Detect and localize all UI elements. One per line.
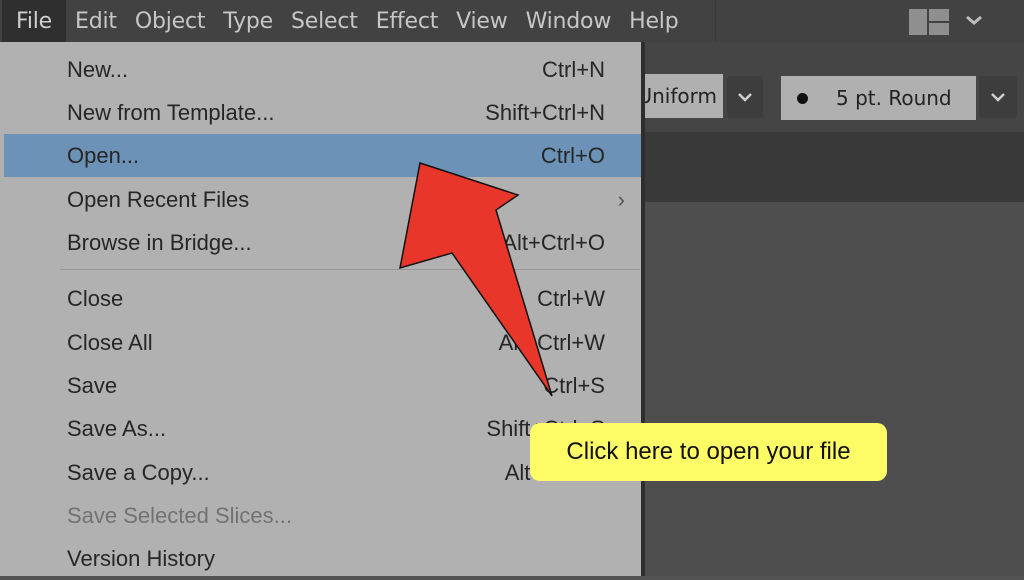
document-tab-strip bbox=[645, 132, 1024, 202]
menu-item-open[interactable]: Open... Ctrl+O bbox=[4, 134, 641, 177]
chevron-down-icon bbox=[991, 93, 1005, 102]
menu-item-version-history[interactable]: Version History bbox=[4, 537, 641, 580]
variable-width-profile-field[interactable]: Uniform bbox=[637, 74, 723, 118]
menu-item-label: Browse in Bridge... bbox=[67, 229, 252, 255]
menu-view[interactable]: View bbox=[447, 0, 516, 42]
brush-dropdown-button[interactable] bbox=[979, 76, 1017, 118]
menu-item-shortcut: Ctrl+N bbox=[542, 56, 605, 82]
menu-item-new-from-template[interactable]: New from Template... Shift+Ctrl+N bbox=[4, 91, 641, 134]
annotation-callout: Click here to open your file bbox=[530, 423, 887, 481]
menu-item-label: Version History bbox=[67, 545, 215, 571]
profile-dropdown-button[interactable] bbox=[727, 76, 763, 118]
workspace-layout-icon[interactable] bbox=[909, 9, 949, 35]
menu-item-save[interactable]: Save Ctrl+S bbox=[4, 364, 641, 407]
menu-bar: File Edit Object Type Select Effect View… bbox=[0, 0, 1024, 42]
menu-edit[interactable]: Edit bbox=[66, 0, 126, 42]
menu-item-label: Save As... bbox=[67, 415, 167, 441]
brush-definition-field[interactable]: 5 pt. Round bbox=[781, 76, 976, 120]
brush-value: 5 pt. Round bbox=[836, 86, 952, 110]
menubar-divider bbox=[715, 0, 717, 42]
menu-item-close-all[interactable]: Close All Alt+Ctrl+W bbox=[4, 321, 641, 364]
menu-item-label: Open Recent Files bbox=[67, 186, 250, 212]
menu-item-label: Save a Copy... bbox=[67, 459, 210, 485]
menu-item-shortcut: Ctrl+S bbox=[543, 372, 605, 398]
menu-effect[interactable]: Effect bbox=[367, 0, 447, 42]
menu-window[interactable]: Window bbox=[517, 0, 621, 42]
menu-item-label: Save Selected Slices... bbox=[67, 502, 293, 528]
menu-item-shortcut: Ctrl+W bbox=[537, 285, 605, 311]
round-brush-dot-icon bbox=[797, 93, 808, 104]
menu-select[interactable]: Select bbox=[282, 0, 367, 42]
menu-item-label: Open... bbox=[67, 142, 140, 168]
menu-divider bbox=[60, 269, 640, 270]
menu-object[interactable]: Object bbox=[126, 0, 214, 42]
chevron-down-icon bbox=[738, 93, 752, 102]
menu-item-save-selected-slices: Save Selected Slices... bbox=[4, 494, 641, 537]
menu-help[interactable]: Help bbox=[620, 0, 687, 42]
workspace-chevron-down-icon[interactable] bbox=[963, 12, 985, 28]
file-menu-dropdown: New... Ctrl+N New from Template... Shift… bbox=[0, 42, 645, 576]
menu-item-new[interactable]: New... Ctrl+N bbox=[4, 48, 641, 91]
menu-item-label: Close All bbox=[67, 329, 153, 355]
menu-item-close[interactable]: Close Ctrl+W bbox=[4, 277, 641, 320]
menu-item-label: Save bbox=[67, 372, 118, 398]
menu-type[interactable]: Type bbox=[214, 0, 282, 42]
canvas-area bbox=[645, 202, 1024, 576]
submenu-arrow-icon: › bbox=[617, 186, 625, 212]
menu-item-shortcut: Alt+Ctrl+W bbox=[498, 329, 605, 355]
menu-item-label: Close bbox=[67, 285, 124, 311]
control-bar: Uniform 5 pt. Round bbox=[637, 42, 1024, 132]
menu-item-open-recent-files[interactable]: Open Recent Files › bbox=[4, 178, 641, 221]
profile-value: Uniform bbox=[637, 84, 717, 108]
menu-item-browse-in-bridge[interactable]: Browse in Bridge... Alt+Ctrl+O bbox=[4, 221, 641, 264]
menu-item-shortcut: Shift+Ctrl+N bbox=[485, 99, 605, 125]
menu-item-shortcut: Ctrl+O bbox=[540, 142, 605, 168]
menu-item-shortcut: Alt+Ctrl+O bbox=[502, 229, 605, 255]
callout-text: Click here to open your file bbox=[566, 438, 851, 465]
menu-item-label: New... bbox=[67, 56, 129, 82]
menu-item-label: New from Template... bbox=[67, 99, 275, 125]
menu-file[interactable]: File bbox=[2, 0, 67, 42]
